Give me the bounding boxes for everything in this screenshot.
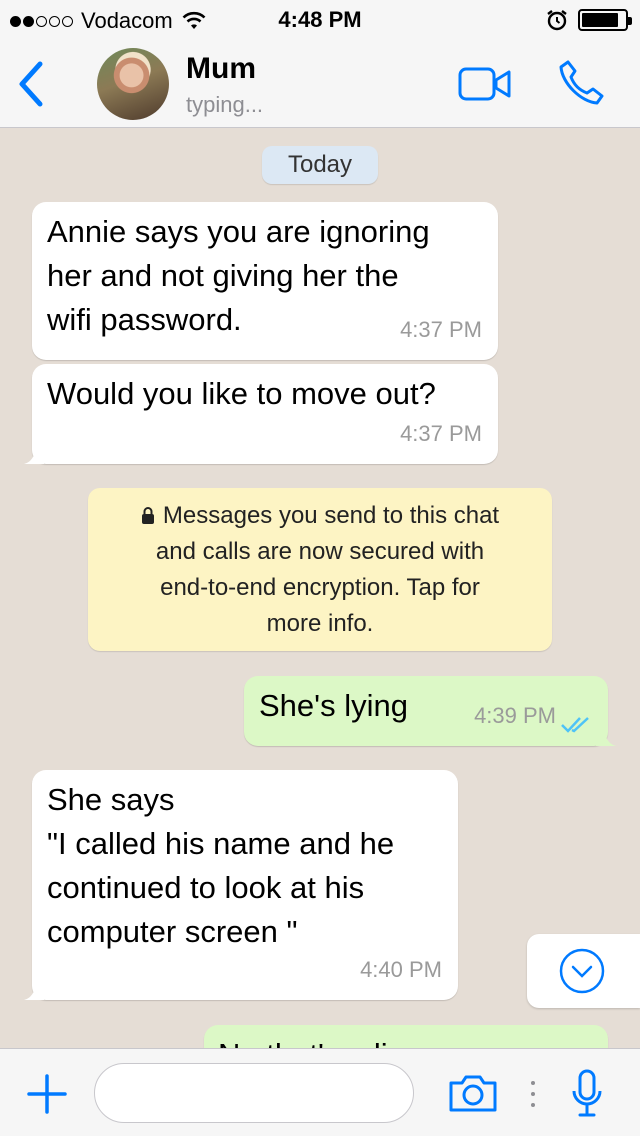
notice-text: Messages you send to this chat [162,502,500,529]
notice-line: and calls are now secured with [155,538,485,565]
message-text: She's lying [259,688,408,723]
message-text: Annie says you are ignoring her and not … [47,214,430,337]
contact-name[interactable]: Mum [186,52,256,86]
incoming-message[interactable]: Would you like to move out? 4:37 PM [24,364,498,464]
message-text: She says "I called his name and he conti… [47,782,395,949]
message-time: 4:40 PM [360,957,442,982]
message-time: 4:39 PM [474,703,556,728]
message-text: Would you like to move out? [47,376,436,411]
video-call-button[interactable] [458,66,512,102]
message-text: No that's a lie [218,1033,405,1048]
microphone-icon [572,1069,602,1117]
notice-line: Messages you send to this chat [88,498,552,534]
bubble-tail [596,726,616,746]
message-input-bar [0,1048,640,1136]
lock-icon [141,507,154,524]
bubble-tail [24,444,44,464]
battery-icon [578,9,632,31]
phone-icon [559,60,604,105]
notice-line: more info. [266,610,374,637]
voice-message-button[interactable] [570,1069,604,1119]
contact-avatar[interactable] [97,48,169,120]
plus-icon [27,1074,67,1114]
separator-dots [531,1081,535,1107]
camera-icon [449,1075,497,1112]
outgoing-message[interactable]: She's lying 4:39 PM [244,676,616,746]
status-time: 4:48 PM [278,7,362,32]
incoming-message[interactable]: She says "I called his name and he conti… [24,770,458,1000]
outgoing-message[interactable]: No that's a lie [204,1025,608,1048]
alarm-icon [547,10,567,31]
message-input[interactable] [94,1063,414,1123]
message-time: 4:37 PM [400,317,482,342]
chevron-down-icon [559,948,605,994]
scroll-to-bottom-button[interactable] [527,934,640,1008]
encryption-notice[interactable]: Messages you send to this chat and calls… [88,488,552,651]
attach-button[interactable] [26,1073,68,1115]
status-right [546,9,632,31]
notice-line: end-to-end encryption. Tap for [160,574,480,601]
chat-area[interactable]: Today Annie says you are ignoring her an… [0,128,640,1048]
date-divider: Today [262,146,378,184]
voice-call-button[interactable] [556,58,606,108]
bubble-tail [24,980,44,1000]
status-bar: Vodacom 4:48 PM [0,0,640,40]
incoming-message[interactable]: Annie says you are ignoring her and not … [32,202,498,360]
back-icon [19,61,43,107]
back-button[interactable] [12,58,52,110]
chat-header: Mum typing... [0,40,640,128]
video-call-icon [458,67,511,101]
camera-button[interactable] [448,1073,498,1113]
double-check-icon [561,717,589,733]
battery-fill [582,13,618,27]
message-time: 4:37 PM [400,421,482,446]
contact-status: typing... [186,92,264,117]
